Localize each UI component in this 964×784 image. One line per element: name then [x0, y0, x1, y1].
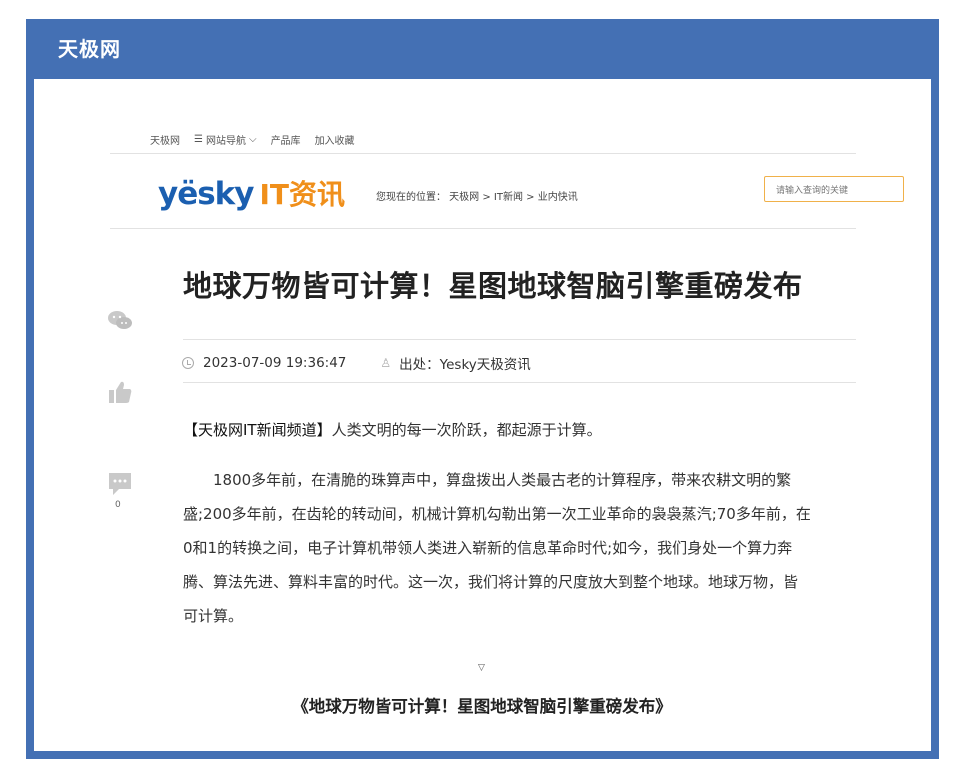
- divider: [183, 382, 856, 383]
- menu-icon: ☰: [194, 134, 203, 145]
- body-line: 可计算。: [183, 607, 244, 625]
- body-line: 腾、算法先进、算料丰富的时代。这一次，我们将计算的尺度放大到整个地球。地球万物，…: [183, 573, 799, 591]
- logo-brand: yësky: [158, 176, 255, 212]
- clock-icon: [182, 357, 194, 369]
- nav-home-link[interactable]: 天极网: [150, 132, 180, 147]
- article-meta: 2023-07-09 19:36:47 ♙ 出处：Yesky天极资讯: [182, 353, 531, 373]
- divider: [110, 228, 856, 229]
- top-nav: 天极网 ☰ 网站导航 ⌵ 产品库 加入收藏: [150, 132, 355, 147]
- caret-down-icon: ▽: [478, 663, 485, 673]
- nav-bookmark-link[interactable]: 加入收藏: [315, 132, 355, 147]
- thumbs-up-icon[interactable]: [107, 379, 133, 405]
- comment-count: 0: [115, 500, 121, 510]
- nav-products-link[interactable]: 产品库: [271, 132, 301, 147]
- user-icon: ♙: [380, 356, 392, 370]
- card-title: 天极网: [58, 37, 121, 61]
- body-line: 1800多年前，在清脆的珠算声中，算盘拨出人类最古老的计算程序，带来农耕文明的繁: [213, 471, 792, 489]
- article-source: 出处：Yesky天极资讯: [399, 357, 531, 373]
- screenshot-panel: 天极网 ☰ 网站导航 ⌵ 产品库 加入收藏 yësky IT资讯 您现在的位置：…: [34, 79, 931, 751]
- comment-icon[interactable]: [107, 471, 133, 497]
- body-line: 盛;200多年前，在齿轮的转动间，机械计算机勾勒出第一次工业革命的袅袅蒸汽;70…: [183, 505, 811, 523]
- divider: [110, 153, 856, 154]
- search-input[interactable]: 请输入查询的关键: [764, 176, 904, 202]
- article-card: 天极网 天极网 ☰ 网站导航 ⌵ 产品库 加入收藏 yësky IT资讯 您现在…: [26, 19, 939, 759]
- wechat-icon[interactable]: [107, 309, 133, 331]
- logo-section: IT资讯: [259, 178, 346, 211]
- lead-text: 人类文明的每一次阶跃，都起源于计算。: [331, 421, 602, 439]
- article-title: 地球万物皆可计算！星图地球智脑引擎重磅发布: [183, 269, 803, 303]
- lead-channel: 【天极网IT新闻频道】: [183, 421, 332, 439]
- body-line: 0和1的转换之间，电子计算机带领人类进入崭新的信息革命时代;如今，我们身处一个算…: [183, 539, 793, 557]
- article-body: 1800多年前，在清脆的珠算声中，算盘拨出人类最古老的计算程序，带来农耕文明的繁…: [183, 463, 835, 633]
- site-logo[interactable]: yësky IT资讯: [158, 173, 345, 213]
- nav-site-menu-label: 网站导航: [205, 136, 246, 147]
- figure-caption: 《地球万物皆可计算！星图地球智脑引擎重磅发布》: [292, 697, 672, 716]
- publish-datetime: 2023-07-09 19:36:47: [203, 355, 347, 371]
- divider: [183, 339, 856, 340]
- article-lead: 【天极网IT新闻频道】人类文明的每一次阶跃，都起源于计算。: [183, 419, 602, 440]
- chevron-down-icon: ⌵: [248, 134, 257, 145]
- breadcrumb[interactable]: 您现在的位置： 天极网 > IT新闻 > 业内快讯: [376, 188, 578, 203]
- nav-site-menu[interactable]: ☰ 网站导航 ⌵: [194, 132, 257, 147]
